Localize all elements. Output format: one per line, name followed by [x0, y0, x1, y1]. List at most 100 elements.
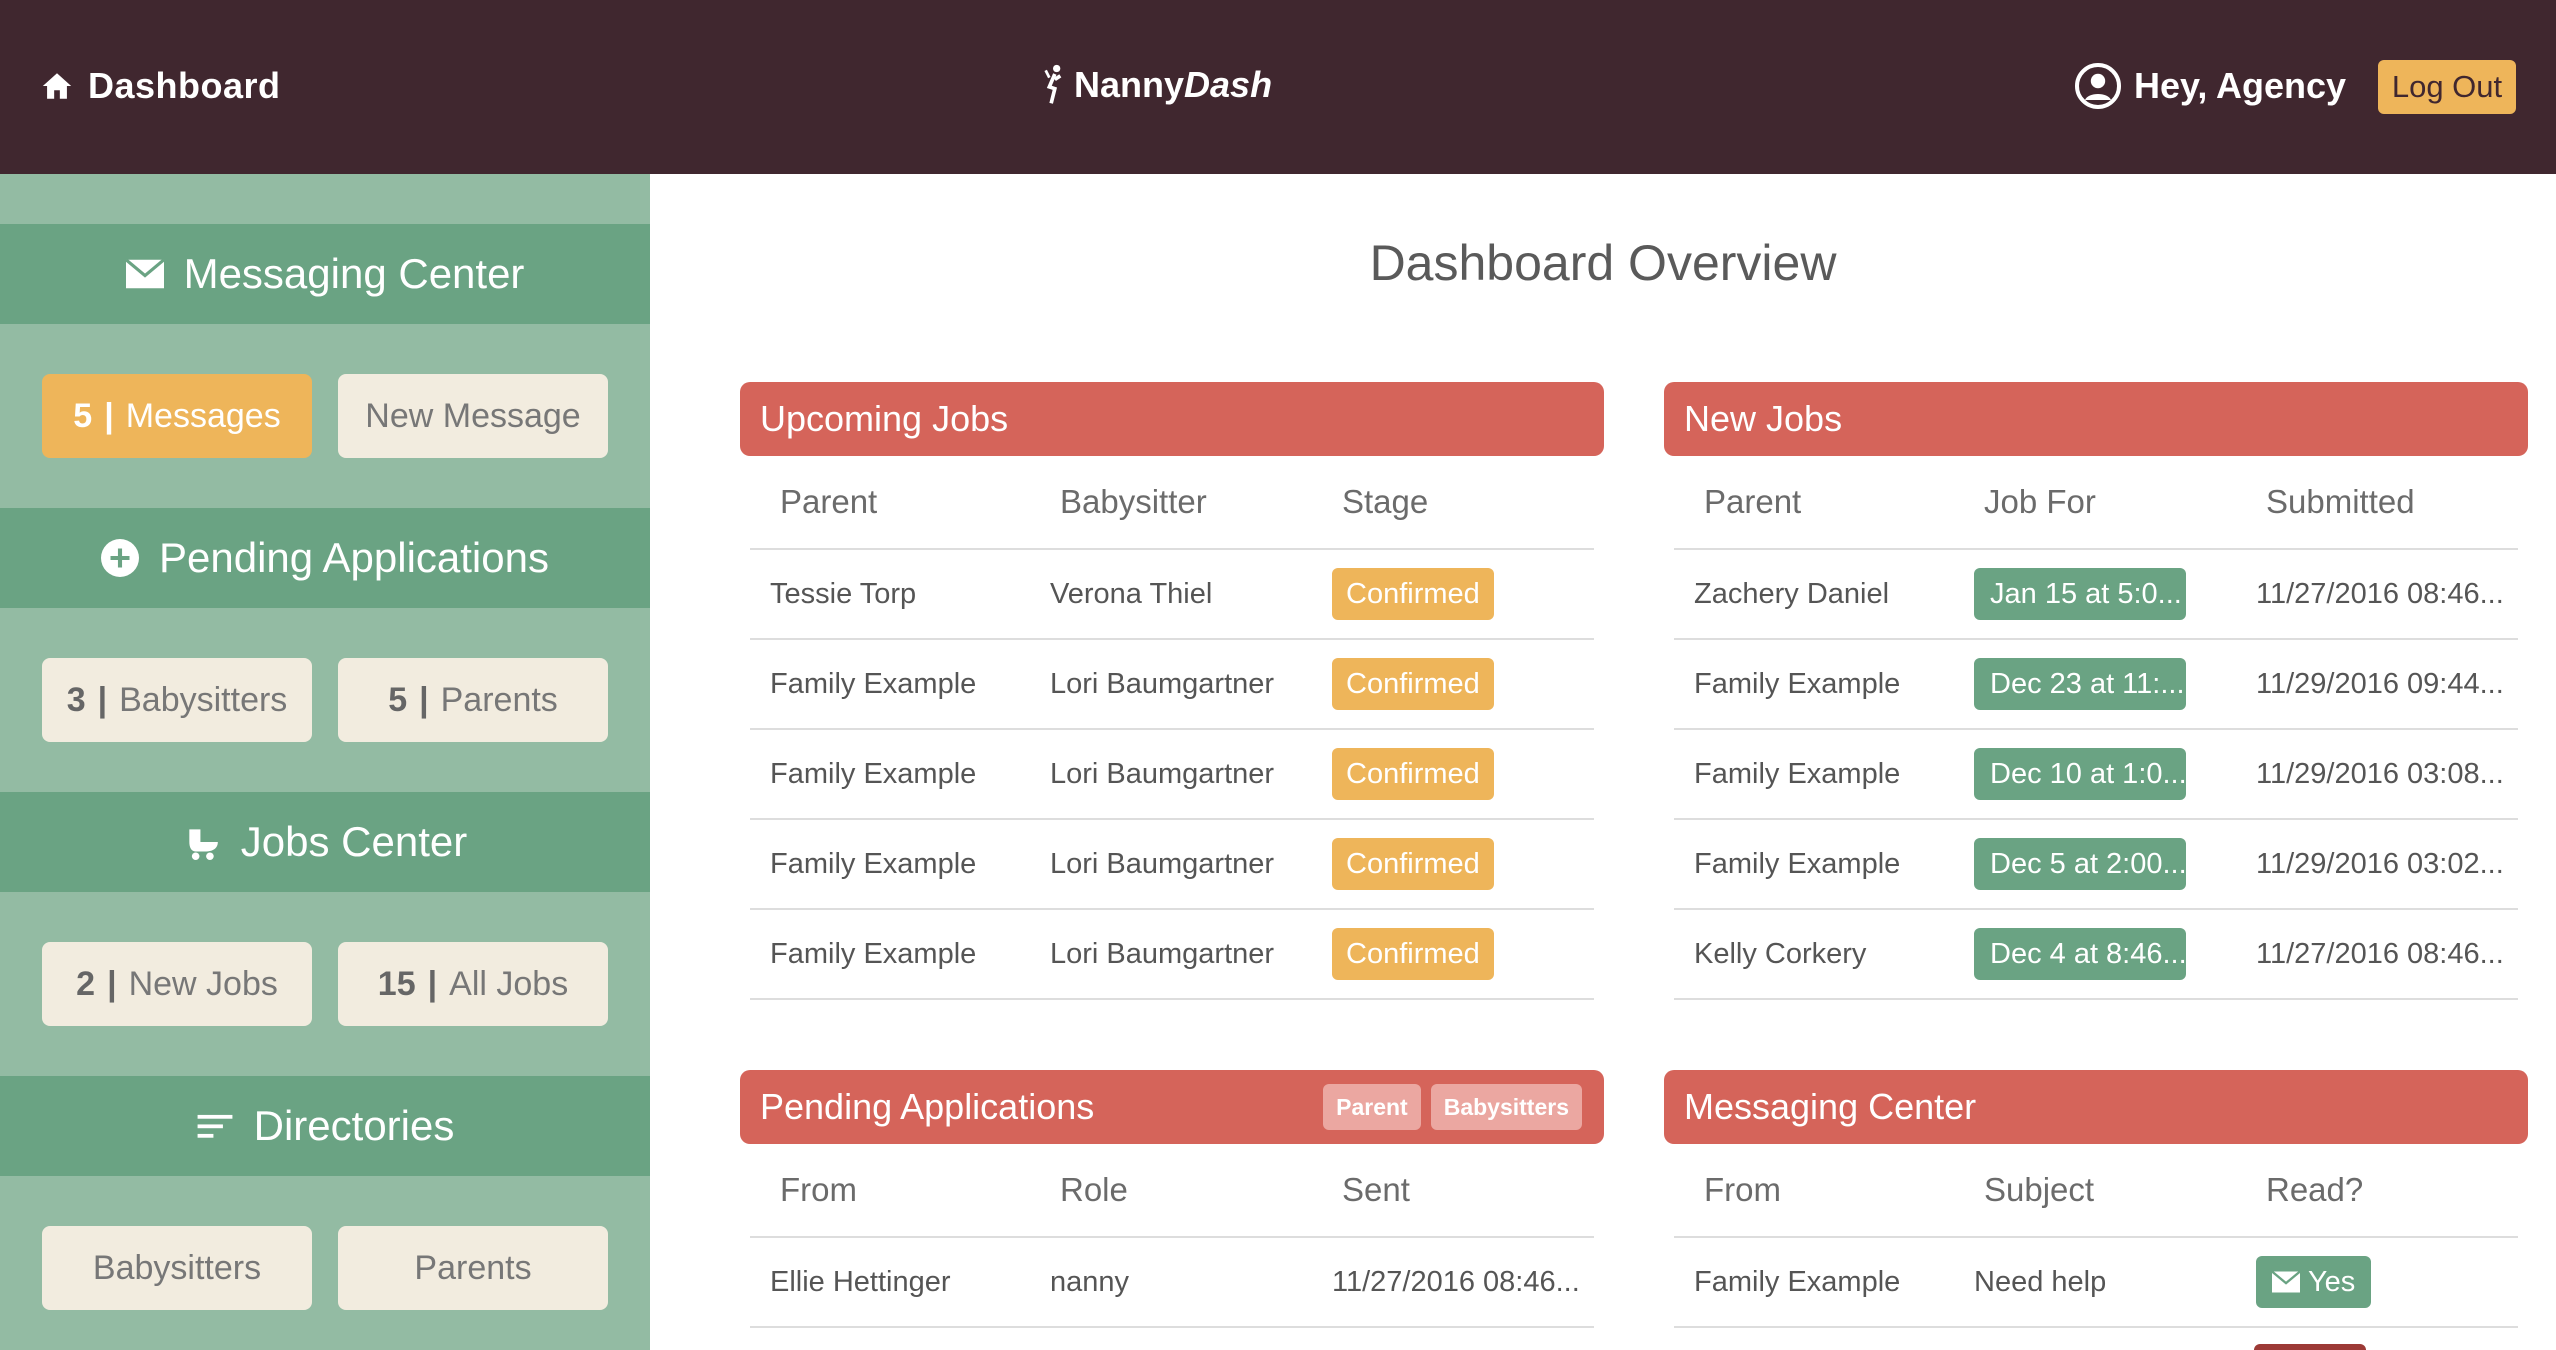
- babysitters-filter-tag[interactable]: Babysitters: [1430, 1084, 1582, 1130]
- app-logo[interactable]: Nanny Dash: [1040, 60, 1272, 110]
- table-row[interactable]: Zachery Daniel Jan 15 at 5:0... 11/27/20…: [1674, 550, 2518, 640]
- panel-title: New Jobs: [1684, 398, 1843, 439]
- read-badge[interactable]: Yes: [2256, 1256, 2372, 1308]
- pending-applications-header[interactable]: Pending Applications Parent Babysitters: [740, 1070, 1604, 1144]
- sidebar-heading-messaging: Messaging Center: [0, 224, 650, 324]
- column-header[interactable]: From: [750, 1171, 1030, 1209]
- parent-filter-tag[interactable]: Parent: [1323, 1084, 1421, 1130]
- parent-cell: Zachery Daniel: [1694, 577, 1890, 610]
- new-jobs-count: 2: [76, 964, 96, 1003]
- new-jobs-table: Parent Job For Submitted Zachery Daniel …: [1674, 456, 2518, 1000]
- pending-applications-panel: Pending Applications Parent Babysitters …: [740, 1070, 1604, 1328]
- table-row[interactable]: Family Example Dec 5 at 2:00... 11/29/20…: [1674, 820, 2518, 910]
- table-row[interactable]: Family Example Dec 10 at 1:0... 11/29/20…: [1674, 730, 2518, 820]
- pending-parents-button[interactable]: 5 | Parents: [338, 658, 608, 742]
- all-jobs-button[interactable]: 15 | All Jobs: [338, 942, 608, 1026]
- sidebar-heading-jobs: Jobs Center: [0, 792, 650, 892]
- column-header[interactable]: Stage: [1312, 483, 1594, 521]
- separator: |: [104, 396, 114, 435]
- stage-badge: Confirmed: [1332, 568, 1494, 620]
- role-cell: nanny: [1050, 1265, 1130, 1298]
- from-cell: Ellie Hettinger: [770, 1265, 951, 1298]
- pending-parents-count: 5: [388, 680, 408, 719]
- job-date-badge: Dec 23 at 11:...: [1974, 658, 2186, 710]
- column-header[interactable]: From: [1674, 1171, 1954, 1209]
- panel-title: Upcoming Jobs: [760, 398, 1009, 439]
- column-header[interactable]: Role: [1030, 1171, 1312, 1209]
- all-jobs-label: All Jobs: [449, 964, 569, 1003]
- stage-badge: Confirmed: [1332, 928, 1494, 980]
- table-row[interactable]: Family Example Lori Baumgartner Confirme…: [750, 730, 1594, 820]
- column-header[interactable]: Parent: [1674, 483, 1954, 521]
- pending-applications-table: From Role Sent Ellie Hettinger nanny 11/…: [750, 1144, 1594, 1328]
- stage-badge: Confirmed: [1332, 748, 1494, 800]
- column-header[interactable]: Read?: [2236, 1171, 2518, 1209]
- directory-babysitters-button[interactable]: Babysitters: [42, 1226, 312, 1310]
- stage-badge: Confirmed: [1332, 658, 1494, 710]
- submitted-cell: 11/27/2016 08:46...: [2256, 577, 2504, 610]
- dashboard-label: Dashboard: [88, 65, 281, 106]
- dashboard-link[interactable]: Dashboard: [40, 62, 281, 110]
- new-message-button[interactable]: New Message: [338, 374, 608, 458]
- sent-cell: 11/27/2016 08:46...: [1332, 1265, 1580, 1298]
- parent-cell: Family Example: [1694, 667, 1901, 700]
- read-badge-partial[interactable]: [2254, 1344, 2366, 1350]
- stroller-icon: [189, 829, 218, 861]
- table-header-row: From Subject Read?: [1674, 1144, 2518, 1238]
- pending-babysitters-button[interactable]: 3 | Babysitters: [42, 658, 312, 742]
- table-row[interactable]: Tessie Torp Verona Thiel Confirmed: [750, 550, 1594, 640]
- stroller-icon: [1044, 64, 1062, 104]
- table-header-row: From Role Sent: [750, 1144, 1594, 1238]
- from-cell: Family Example: [1694, 1265, 1901, 1298]
- column-header[interactable]: Babysitter: [1030, 483, 1312, 521]
- stage-badge: Confirmed: [1332, 838, 1494, 890]
- messaging-center-table: From Subject Read? Family Example Need h…: [1674, 1144, 2518, 1328]
- upcoming-jobs-table: Parent Babysitter Stage Tessie Torp Vero…: [750, 456, 1594, 1000]
- table-header-row: Parent Job For Submitted: [1674, 456, 2518, 550]
- table-row[interactable]: Family Example Need help Yes: [1674, 1238, 2518, 1328]
- parent-cell: Tessie Torp: [770, 577, 917, 610]
- column-header[interactable]: Job For: [1954, 483, 2236, 521]
- submitted-cell: 11/29/2016 09:44...: [2256, 667, 2504, 700]
- logout-button[interactable]: Log Out: [2378, 60, 2516, 114]
- filter-tags: Parent Babysitters: [1313, 1084, 1582, 1130]
- envelope-icon: [2272, 1271, 2300, 1293]
- new-jobs-panel: New Jobs Parent Job For Submitted Zacher…: [1664, 382, 2528, 1000]
- sidebar-heading-label: Messaging Center: [183, 250, 525, 297]
- column-header[interactable]: Sent: [1312, 1171, 1594, 1209]
- table-row[interactable]: Kelly Corkery Dec 4 at 8:46... 11/27/201…: [1674, 910, 2518, 1000]
- user-circle-icon: [2075, 63, 2121, 109]
- new-jobs-header[interactable]: New Jobs: [1664, 382, 2528, 456]
- user-greeting[interactable]: Hey, Agency: [2074, 60, 2346, 112]
- column-header[interactable]: Subject: [1954, 1171, 2236, 1209]
- parent-cell: Family Example: [770, 667, 977, 700]
- directory-parents-button[interactable]: Parents: [338, 1226, 608, 1310]
- new-jobs-label: New Jobs: [128, 964, 278, 1003]
- table-row[interactable]: Family Example Lori Baumgartner Confirme…: [750, 640, 1594, 730]
- parent-cell: Kelly Corkery: [1694, 937, 1867, 970]
- babysitter-cell: Verona Thiel: [1050, 577, 1213, 610]
- table-row[interactable]: Family Example Lori Baumgartner Confirme…: [750, 910, 1594, 1000]
- greeting-text: Hey, Agency: [2134, 65, 2347, 106]
- column-header[interactable]: Parent: [750, 483, 1030, 521]
- table-row[interactable]: Family Example Dec 23 at 11:... 11/29/20…: [1674, 640, 2518, 730]
- submitted-cell: 11/27/2016 08:46...: [2256, 937, 2504, 970]
- upcoming-jobs-header[interactable]: Upcoming Jobs: [740, 382, 1604, 456]
- parent-cell: Family Example: [770, 937, 977, 970]
- parent-cell: Family Example: [770, 757, 977, 790]
- new-jobs-button[interactable]: 2 | New Jobs: [42, 942, 312, 1026]
- submitted-cell: 11/29/2016 03:08...: [2256, 757, 2504, 790]
- column-header[interactable]: Submitted: [2236, 483, 2518, 521]
- read-label: Yes: [2308, 1265, 2356, 1298]
- pending-parents-label: Parents: [440, 680, 558, 719]
- parent-cell: Family Example: [770, 847, 977, 880]
- envelope-icon: [125, 258, 164, 289]
- separator: |: [419, 680, 429, 719]
- sidebar-heading-label: Pending Applications: [159, 534, 549, 581]
- messaging-center-header[interactable]: Messaging Center: [1664, 1070, 2528, 1144]
- home-icon: [42, 73, 72, 99]
- table-row[interactable]: Family Example Lori Baumgartner Confirme…: [750, 820, 1594, 910]
- table-row[interactable]: Ellie Hettinger nanny 11/27/2016 08:46..…: [750, 1238, 1594, 1328]
- sidebar-heading-label: Directories: [253, 1102, 455, 1149]
- messages-button[interactable]: 5 | Messages: [42, 374, 312, 458]
